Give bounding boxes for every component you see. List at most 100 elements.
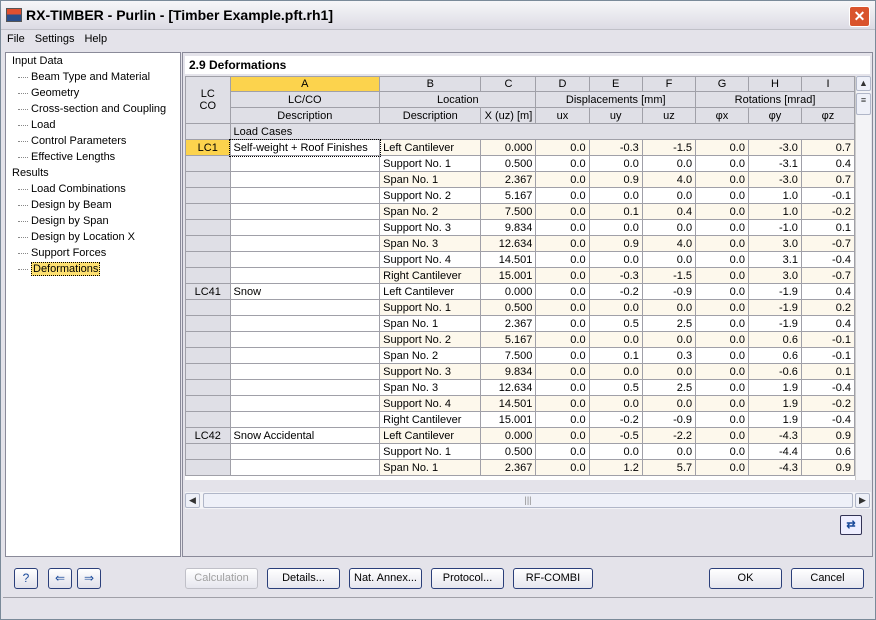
column-letter[interactable]: C — [480, 76, 537, 92]
cell-value[interactable]: 15.001 — [480, 267, 537, 284]
cell-value[interactable]: 0.0 — [695, 235, 749, 252]
cell-location[interactable]: Support No. 2 — [379, 187, 482, 204]
tree-item[interactable]: Load Combinations — [6, 181, 180, 197]
tree-item[interactable]: Effective Lengths — [6, 149, 180, 165]
cell-value[interactable]: 0.0 — [695, 283, 749, 300]
cell-value[interactable]: 0.9 — [588, 171, 643, 188]
cell-value[interactable]: 0.500 — [480, 443, 537, 460]
cell-value[interactable]: 4.0 — [641, 171, 697, 188]
row-header-lc[interactable] — [185, 459, 231, 476]
cell-value[interactable]: 0.0 — [641, 395, 697, 412]
cell-value[interactable]: -0.7 — [800, 235, 855, 252]
cell-value[interactable]: 9.834 — [480, 219, 537, 236]
cell-value[interactable]: -0.1 — [800, 347, 855, 364]
row-header-lc[interactable] — [185, 331, 231, 348]
cell-value[interactable]: -0.4 — [800, 251, 855, 268]
cell-value[interactable]: 0.500 — [480, 299, 537, 316]
cell-value[interactable]: 0.0 — [641, 363, 697, 380]
cell-location[interactable]: Left Cantilever — [379, 283, 482, 300]
column-letter[interactable]: F — [641, 76, 697, 92]
cell-value[interactable]: 0.4 — [800, 155, 855, 172]
cell-value[interactable]: 5.167 — [480, 331, 537, 348]
row-header-lc[interactable] — [185, 219, 231, 236]
cell-value[interactable]: 0.0 — [535, 331, 590, 348]
cell-value[interactable]: -0.3 — [588, 267, 643, 284]
cell-lc-description[interactable]: Snow Accidental — [229, 427, 381, 444]
cell-location[interactable]: Right Cantilever — [379, 267, 482, 284]
cell-value[interactable]: 0.0 — [535, 155, 590, 172]
cell-value[interactable]: -0.7 — [800, 267, 855, 284]
cell-value[interactable]: 2.367 — [480, 171, 537, 188]
tree-item[interactable]: Beam Type and Material — [6, 69, 180, 85]
cell-value[interactable]: 0.9 — [588, 235, 643, 252]
tree-item[interactable]: Support Forces — [6, 245, 180, 261]
cell-value[interactable]: 0.0 — [535, 203, 590, 220]
tree-item[interactable]: Design by Beam — [6, 197, 180, 213]
cell-value[interactable]: 0.5 — [588, 379, 643, 396]
column-letter[interactable]: D — [535, 76, 590, 92]
cell-value[interactable]: 0.6 — [800, 443, 855, 460]
cell-location[interactable]: Support No. 1 — [379, 299, 482, 316]
cell-lc-description[interactable] — [229, 459, 381, 476]
cell-value[interactable]: 0.0 — [695, 299, 749, 316]
row-header-lc[interactable] — [185, 203, 231, 220]
cell-value[interactable]: 12.634 — [480, 379, 537, 396]
cell-value[interactable]: 0.1 — [588, 347, 643, 364]
cell-value[interactable]: 0.0 — [535, 427, 590, 444]
cell-value[interactable]: 0.0 — [588, 219, 643, 236]
cell-value[interactable]: 5.167 — [480, 187, 537, 204]
cell-value[interactable]: 0.0 — [535, 235, 590, 252]
cell-value[interactable]: -2.2 — [641, 427, 697, 444]
cell-value[interactable]: -0.5 — [588, 427, 643, 444]
export-button[interactable]: ⇒ — [77, 568, 101, 589]
row-header-lc[interactable] — [185, 315, 231, 332]
column-letter[interactable]: G — [695, 76, 749, 92]
cell-lc-description[interactable] — [229, 235, 381, 252]
cell-value[interactable]: 0.6 — [747, 331, 802, 348]
cell-location[interactable]: Span No. 3 — [379, 379, 482, 396]
cell-value[interactable]: 0.0 — [695, 443, 749, 460]
cell-lc-description[interactable] — [229, 251, 381, 268]
cell-location[interactable]: Support No. 4 — [379, 251, 482, 268]
cell-lc-description[interactable] — [229, 267, 381, 284]
cell-value[interactable]: 0.0 — [641, 187, 697, 204]
help-button[interactable]: ? — [14, 568, 38, 589]
cell-lc-description[interactable] — [229, 331, 381, 348]
cell-value[interactable]: 0.0 — [535, 315, 590, 332]
row-header-lc[interactable] — [185, 187, 231, 204]
cell-value[interactable]: 2.367 — [480, 315, 537, 332]
cell-location[interactable]: Span No. 1 — [379, 315, 482, 332]
cell-location[interactable]: Support No. 3 — [379, 219, 482, 236]
cell-value[interactable]: 0.0 — [535, 139, 590, 156]
cell-value[interactable]: 1.9 — [747, 379, 802, 396]
row-header-lc[interactable] — [185, 443, 231, 460]
cell-location[interactable]: Support No. 4 — [379, 395, 482, 412]
cell-value[interactable]: 0.7 — [800, 171, 855, 188]
cell-value[interactable]: 0.7 — [800, 139, 855, 156]
cell-value[interactable]: 0.3 — [641, 347, 697, 364]
cell-value[interactable]: 0.0 — [588, 363, 643, 380]
ok-button[interactable]: OK — [709, 568, 782, 589]
cell-value[interactable]: 0.9 — [800, 459, 855, 476]
cell-value[interactable]: 0.0 — [695, 219, 749, 236]
row-header-lc[interactable]: LC1 — [185, 139, 231, 156]
cell-value[interactable]: 0.0 — [695, 171, 749, 188]
cell-value[interactable]: 0.0 — [535, 219, 590, 236]
row-header-lc[interactable] — [185, 347, 231, 364]
nat-annex-button[interactable]: Nat. Annex... — [349, 568, 422, 589]
cell-value[interactable]: 0.0 — [695, 395, 749, 412]
cell-value[interactable]: -1.5 — [641, 139, 697, 156]
cell-value[interactable]: 0.0 — [695, 411, 749, 428]
cell-value[interactable]: 0.0 — [535, 395, 590, 412]
cell-lc-description[interactable] — [229, 299, 381, 316]
cell-lc-description[interactable] — [229, 219, 381, 236]
cell-location[interactable]: Support No. 2 — [379, 331, 482, 348]
cell-value[interactable]: -1.5 — [641, 267, 697, 284]
cell-value[interactable]: 0.0 — [535, 171, 590, 188]
row-header-lc[interactable] — [185, 171, 231, 188]
cell-value[interactable]: -0.2 — [800, 395, 855, 412]
cell-value[interactable]: 2.5 — [641, 315, 697, 332]
row-header-lc[interactable] — [185, 411, 231, 428]
cell-value[interactable]: 0.0 — [535, 459, 590, 476]
horizontal-scrollbar[interactable]: ◀ ||| ▶ — [185, 492, 871, 509]
